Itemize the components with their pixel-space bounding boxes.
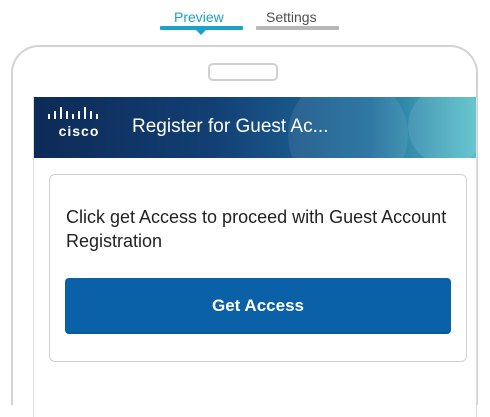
- tab-settings[interactable]: Settings: [266, 8, 317, 26]
- cisco-logo-icon: cisco: [46, 107, 112, 147]
- tab-preview[interactable]: Preview: [174, 8, 224, 26]
- get-access-button[interactable]: Get Access: [65, 278, 451, 334]
- registration-card: Click get Access to proceed with Guest A…: [49, 174, 467, 362]
- settings-tab-underline: [256, 26, 339, 30]
- top-tab-bar: Preview Settings: [0, 0, 490, 36]
- phone-speaker: [208, 63, 278, 81]
- header-decoration: [408, 97, 476, 158]
- portal-screen: cisco Register for Guest Ac... Click get…: [33, 97, 477, 417]
- portal-title: Register for Guest Ac...: [132, 116, 329, 137]
- caret-down-icon: [196, 30, 206, 35]
- instruction-text: Click get Access to proceed with Guest A…: [66, 207, 447, 251]
- phone-preview-frame: cisco Register for Guest Ac... Click get…: [11, 45, 478, 417]
- cisco-bars-icon: [48, 107, 98, 119]
- cisco-wordmark: cisco: [58, 123, 100, 139]
- portal-header: cisco Register for Guest Ac...: [34, 97, 476, 158]
